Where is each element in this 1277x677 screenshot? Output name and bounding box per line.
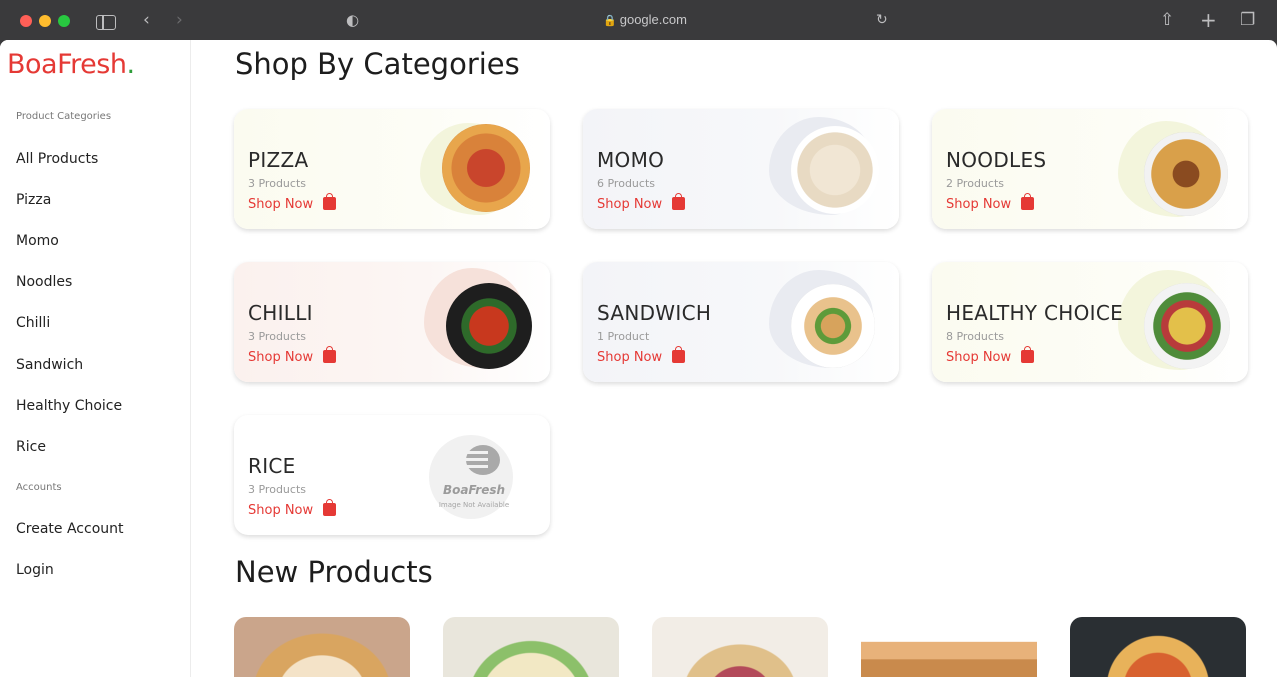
shop-now-link[interactable]: Shop Now bbox=[248, 499, 337, 518]
shop-now-label: Shop Now bbox=[248, 350, 314, 365]
sidebar-toggle-icon[interactable] bbox=[96, 15, 116, 30]
shopping-bag-icon bbox=[672, 193, 686, 210]
pizza-image bbox=[442, 124, 530, 212]
card-product-count: 3 Products bbox=[248, 177, 306, 190]
sidebar: BoaFresh. Product Categories All Product… bbox=[0, 40, 191, 677]
product-card-image[interactable] bbox=[234, 617, 410, 677]
card-title: PIZZA bbox=[248, 148, 309, 172]
category-card-sandwich[interactable]: SANDWICH 1 Product Shop Now bbox=[583, 262, 899, 382]
placeholder-logo-icon bbox=[444, 445, 500, 475]
sidebar-item-all-products[interactable]: All Products bbox=[16, 151, 98, 167]
close-window-button[interactable] bbox=[20, 15, 32, 27]
placeholder-brand: BoaFresh bbox=[442, 483, 506, 497]
address-bar[interactable]: 🔒 google.com bbox=[560, 12, 730, 27]
product-card-image[interactable] bbox=[652, 617, 828, 677]
shop-now-link[interactable]: Shop Now bbox=[597, 346, 686, 365]
shop-now-label: Shop Now bbox=[248, 503, 314, 518]
lock-icon: 🔒 bbox=[603, 15, 617, 27]
card-product-count: 2 Products bbox=[946, 177, 1004, 190]
shop-now-link[interactable]: Shop Now bbox=[946, 193, 1035, 212]
card-product-count: 3 Products bbox=[248, 330, 306, 343]
sidebar-item-healthy-choice[interactable]: Healthy Choice bbox=[16, 398, 122, 414]
shop-now-label: Shop Now bbox=[946, 350, 1012, 365]
sidebar-item-rice[interactable]: Rice bbox=[16, 439, 46, 455]
category-card-pizza[interactable]: PIZZA 3 Products Shop Now bbox=[234, 109, 550, 229]
maximize-window-button[interactable] bbox=[58, 15, 70, 27]
card-title: SANDWICH bbox=[597, 301, 712, 325]
card-title: NOODLES bbox=[946, 148, 1047, 172]
shopping-bag-icon bbox=[323, 346, 337, 363]
shopping-bag-icon bbox=[672, 346, 686, 363]
shop-now-label: Shop Now bbox=[946, 197, 1012, 212]
shop-now-label: Shop Now bbox=[597, 197, 663, 212]
category-card-rice[interactable]: BoaFresh Image Not Available RICE 3 Prod… bbox=[234, 415, 550, 535]
brand-logo[interactable]: BoaFresh. bbox=[7, 49, 135, 80]
category-card-healthy-choice[interactable]: HEALTHY CHOICE 8 Products Shop Now bbox=[932, 262, 1248, 382]
new-products-title: New Products bbox=[235, 555, 433, 589]
shop-now-link[interactable]: Shop Now bbox=[248, 346, 337, 365]
sidebar-item-noodles[interactable]: Noodles bbox=[16, 274, 72, 290]
categories-title: Shop By Categories bbox=[235, 47, 520, 81]
accounts-heading: Accounts bbox=[16, 482, 62, 493]
category-card-momo[interactable]: MOMO 6 Products Shop Now bbox=[583, 109, 899, 229]
new-tab-icon[interactable]: + bbox=[1200, 10, 1217, 30]
shop-now-label: Shop Now bbox=[248, 197, 314, 212]
momo-image bbox=[791, 126, 879, 214]
logo-boa: Boa bbox=[7, 49, 58, 80]
sidebar-item-chilli[interactable]: Chilli bbox=[16, 315, 50, 331]
product-card-image[interactable] bbox=[443, 617, 619, 677]
page: BoaFresh. Product Categories All Product… bbox=[0, 40, 1277, 677]
sidebar-item-momo[interactable]: Momo bbox=[16, 233, 59, 249]
tabs-overview-icon[interactable]: ❐ bbox=[1240, 10, 1255, 30]
card-product-count: 1 Product bbox=[597, 330, 650, 343]
category-card-chilli[interactable]: CHILLI 3 Products Shop Now bbox=[234, 262, 550, 382]
category-card-noodles[interactable]: NOODLES 2 Products Shop Now bbox=[932, 109, 1248, 229]
sidebar-item-sandwich[interactable]: Sandwich bbox=[16, 357, 83, 373]
address-text: google.com bbox=[619, 12, 687, 27]
healthy-choice-image bbox=[1144, 283, 1230, 369]
shield-icon[interactable]: ◐ bbox=[346, 10, 359, 30]
product-card-image[interactable] bbox=[1070, 617, 1246, 677]
shop-now-link[interactable]: Shop Now bbox=[597, 193, 686, 212]
logo-dot: . bbox=[126, 49, 135, 80]
reload-icon[interactable]: ↻ bbox=[876, 10, 888, 30]
shop-now-label: Shop Now bbox=[597, 350, 663, 365]
shopping-bag-icon bbox=[1021, 193, 1035, 210]
shopping-bag-icon bbox=[1021, 346, 1035, 363]
minimize-window-button[interactable] bbox=[39, 15, 51, 27]
product-categories-heading: Product Categories bbox=[16, 111, 112, 122]
browser-toolbar: ‹ › ◐ 🔒 google.com ↻ ⇧ + ❐ bbox=[0, 0, 1277, 40]
card-product-count: 8 Products bbox=[946, 330, 1004, 343]
shop-now-link[interactable]: Shop Now bbox=[248, 193, 337, 212]
shopping-bag-icon bbox=[323, 499, 337, 516]
placeholder-text: Image Not Available bbox=[438, 501, 510, 509]
shop-now-link[interactable]: Shop Now bbox=[946, 346, 1035, 365]
noodles-image bbox=[1144, 132, 1228, 216]
main-content: Shop By Categories PIZZA 3 Products Shop… bbox=[191, 40, 1277, 677]
sidebar-item-pizza[interactable]: Pizza bbox=[16, 192, 51, 208]
sandwich-image bbox=[791, 284, 875, 368]
card-title: HEALTHY CHOICE bbox=[946, 301, 1124, 325]
shopping-bag-icon bbox=[323, 193, 337, 210]
logo-fresh: Fresh bbox=[57, 49, 127, 80]
sidebar-item-login[interactable]: Login bbox=[16, 562, 54, 578]
chilli-image bbox=[446, 283, 532, 369]
card-title: RICE bbox=[248, 454, 296, 478]
card-product-count: 3 Products bbox=[248, 483, 306, 496]
share-icon[interactable]: ⇧ bbox=[1160, 10, 1174, 30]
forward-icon[interactable]: › bbox=[176, 10, 183, 30]
product-card-image[interactable] bbox=[861, 617, 1037, 677]
card-product-count: 6 Products bbox=[597, 177, 655, 190]
card-title: CHILLI bbox=[248, 301, 313, 325]
card-title: MOMO bbox=[597, 148, 665, 172]
back-icon[interactable]: ‹ bbox=[143, 10, 150, 30]
sidebar-item-create-account[interactable]: Create Account bbox=[16, 521, 124, 537]
